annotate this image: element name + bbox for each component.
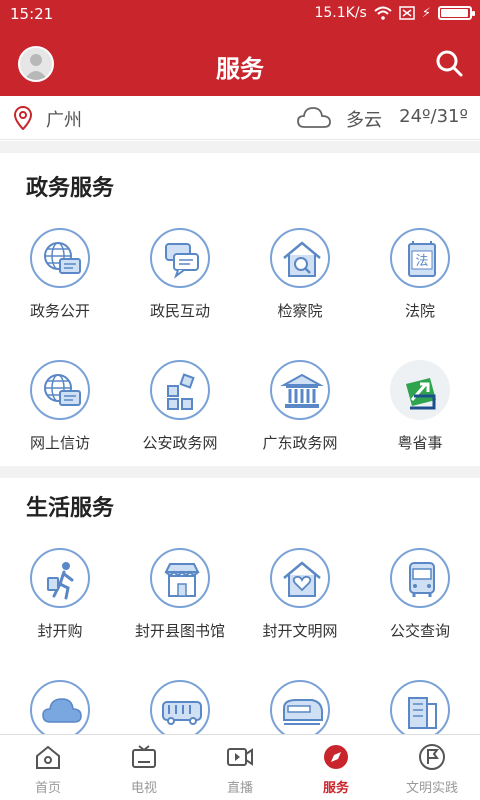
- service-label: 公交查询: [389, 622, 450, 640]
- bus-side-icon: [150, 680, 210, 740]
- service-item-zhengminhudong[interactable]: 政民互动: [120, 228, 240, 338]
- globe-chat-icon: [30, 228, 90, 288]
- tab-label: 首页: [34, 781, 61, 796]
- location-pin-icon[interactable]: [14, 106, 32, 130]
- service-label: 封开购: [37, 622, 83, 640]
- bus-front-icon: [390, 548, 450, 608]
- home-icon: [36, 745, 60, 769]
- chat-bubbles-icon: [150, 228, 210, 288]
- tab-civilization[interactable]: 文明实践: [384, 735, 480, 800]
- service-item-fengkaigou[interactable]: 封开购: [0, 548, 120, 658]
- building-icon: [390, 680, 450, 740]
- flag-circle-icon: [419, 744, 445, 770]
- location-bar: 广州 多云 24º/31º: [0, 96, 480, 140]
- house-search-icon: [270, 228, 330, 288]
- net-speed: 15.1K/s: [314, 5, 367, 21]
- live-video-icon: [227, 748, 253, 766]
- service-label: 法院: [404, 302, 435, 320]
- page-title: 服务: [216, 55, 264, 83]
- tab-label: 直播: [226, 781, 253, 796]
- tab-service[interactable]: 服务: [288, 735, 384, 800]
- service-item-gonganzhengwuwang[interactable]: 公安政务网: [120, 360, 240, 470]
- service-label: 政民互动: [149, 302, 210, 320]
- charging-icon: ⚡: [421, 5, 431, 21]
- government-building-icon: [270, 360, 330, 420]
- service-label: 检察院: [277, 302, 323, 320]
- gov-section-title: 政务服务: [26, 176, 115, 201]
- service-label: 政务公开: [29, 302, 90, 320]
- service-label: 粤省事: [397, 434, 443, 452]
- status-bar: 15:21 15.1K/s ⚡: [0, 0, 480, 30]
- law-book-icon: 法: [390, 228, 450, 288]
- tab-tv[interactable]: 电视: [96, 735, 192, 800]
- section-separator: [0, 466, 480, 478]
- service-item-yueshengshi[interactable]: 粤省事: [360, 360, 480, 470]
- service-item-zhengwugongkai[interactable]: 政务公开: [0, 228, 120, 338]
- app-bar: 服务: [0, 30, 480, 96]
- grid-blocks-icon: [150, 360, 210, 420]
- wifi-icon: [374, 6, 392, 20]
- city-label[interactable]: 广州: [46, 106, 82, 132]
- service-label: 公安政务网: [142, 434, 218, 452]
- service-item-library[interactable]: 封开县图书馆: [120, 548, 240, 658]
- cloud-icon: [30, 680, 90, 740]
- status-time: 15:21: [10, 5, 54, 23]
- bottom-tab-bar: 首页 电视 直播 服务 文明实践: [0, 734, 480, 800]
- weather-label: 多云: [346, 110, 382, 131]
- compass-icon: [324, 745, 348, 769]
- service-item-fayuan[interactable]: 法 法院: [360, 228, 480, 338]
- tv-icon: [132, 745, 156, 768]
- svg-text:法: 法: [415, 254, 428, 269]
- service-item-wangshangxinfang[interactable]: 网上信访: [0, 360, 120, 470]
- storefront-icon: [150, 548, 210, 608]
- service-item-wenmingwang[interactable]: 封开文明网: [240, 548, 360, 658]
- life-section-title: 生活服务: [26, 496, 115, 521]
- service-item-guangdongzhengwuwang[interactable]: 广东政务网: [240, 360, 360, 470]
- tab-home[interactable]: 首页: [0, 735, 96, 800]
- tab-live[interactable]: 直播: [192, 735, 288, 800]
- section-separator: [0, 141, 480, 153]
- globe-chat-icon: [30, 360, 90, 420]
- tab-label: 服务: [322, 781, 349, 796]
- yue-app-logo: [390, 360, 450, 420]
- service-label: 封开文明网: [262, 622, 338, 640]
- tab-label: 电视: [130, 781, 157, 796]
- service-label: 网上信访: [29, 434, 90, 452]
- cloud-weather-icon: [297, 107, 331, 128]
- shopper-walking-icon: [30, 548, 90, 608]
- service-item-bus-query[interactable]: 公交查询: [360, 548, 480, 658]
- service-label: 广东政务网: [262, 434, 338, 452]
- heart-house-icon: [270, 548, 330, 608]
- battery-icon: [438, 6, 475, 20]
- train-icon: [270, 680, 330, 740]
- service-item-jianchayuan[interactable]: 检察院: [240, 228, 360, 338]
- sim-icon: [399, 6, 415, 20]
- status-right: 15.1K/s ⚡: [314, 5, 475, 21]
- service-label: 封开县图书馆: [134, 622, 225, 640]
- temperature-label: 24º/31º: [399, 106, 468, 127]
- search-icon[interactable]: [432, 46, 466, 80]
- tab-label: 文明实践: [405, 781, 458, 796]
